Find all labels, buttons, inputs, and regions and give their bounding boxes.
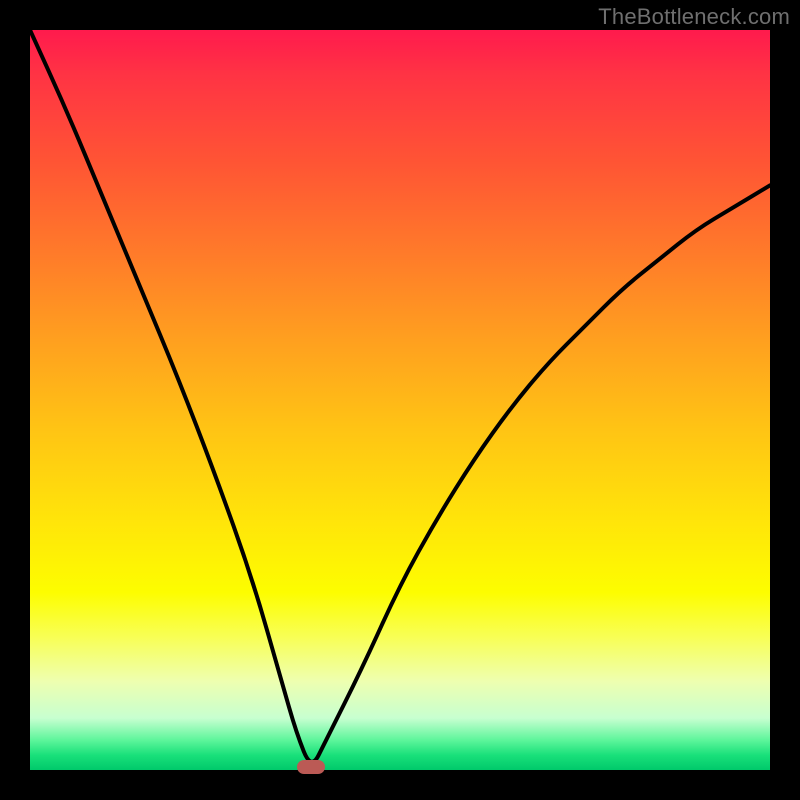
plot-area — [30, 30, 770, 770]
watermark-text: TheBottleneck.com — [598, 4, 790, 30]
chart-frame: TheBottleneck.com — [0, 0, 800, 800]
curve-path — [30, 30, 770, 762]
bottleneck-curve — [30, 30, 770, 770]
minimum-marker — [297, 760, 325, 774]
